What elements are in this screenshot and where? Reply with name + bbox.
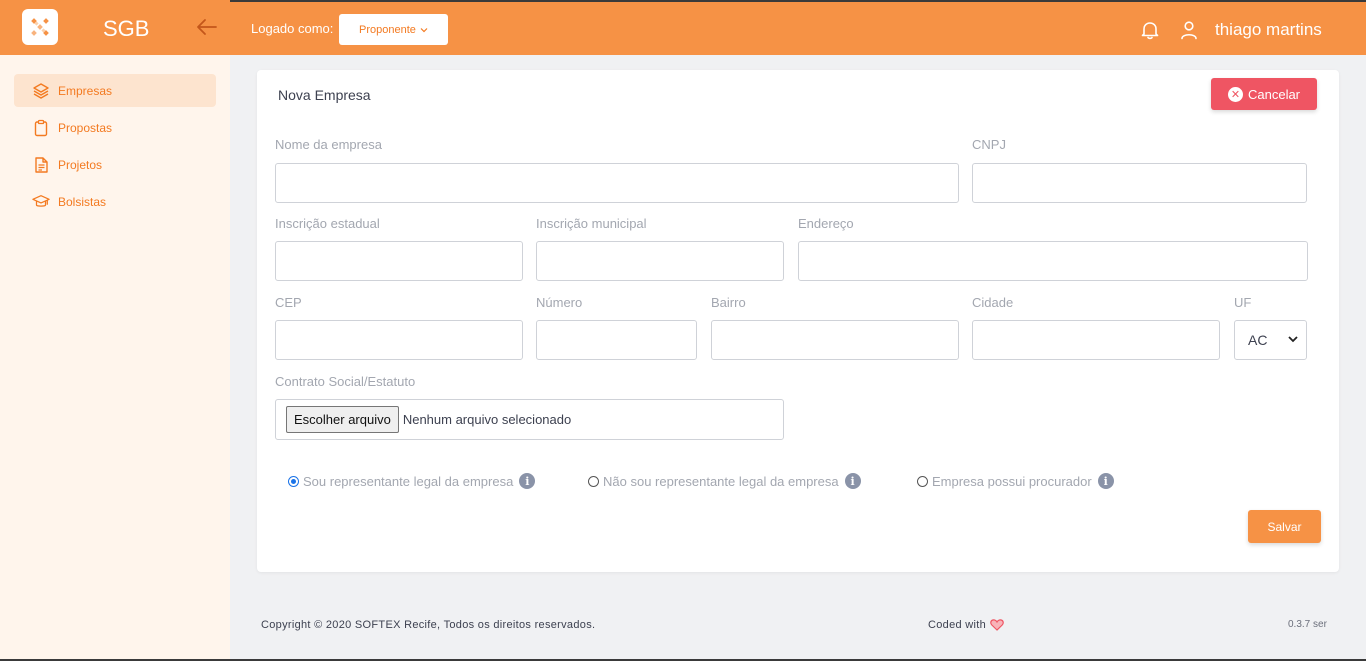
address-label: Endereço (798, 216, 854, 231)
chevron-down-icon (420, 27, 428, 32)
page-title: Nova Empresa (278, 87, 371, 103)
heart-icon (990, 619, 1004, 631)
logo-icon (31, 18, 49, 36)
top-bar: Logado como: Proponente thiago martins (230, 0, 1366, 55)
info-icon[interactable]: i (844, 473, 861, 489)
cancel-button[interactable]: ✕ Cancelar (1211, 78, 1317, 110)
sidebar-item-label: Propostas (58, 120, 113, 135)
info-icon[interactable]: i (1097, 473, 1114, 489)
save-button[interactable]: Salvar (1248, 510, 1321, 543)
sidebar-item-label: Projetos (58, 157, 103, 172)
city-label: Cidade (972, 295, 1014, 310)
neighborhood-input[interactable] (711, 320, 959, 360)
company-name-label: Nome da empresa (275, 137, 382, 152)
chevron-down-icon (1288, 336, 1298, 343)
radio-option-not-legal-rep[interactable]: Não sou representante legal da empresa i (588, 473, 861, 489)
sidebar-item-label: Empresas (58, 83, 113, 98)
logged-as-label: Logado como: (251, 21, 334, 36)
company-name-input[interactable] (275, 163, 959, 203)
state-registration-label: Inscrição estadual (275, 216, 380, 231)
municipal-registration-label: Inscrição municipal (536, 216, 647, 231)
user-icon[interactable] (1179, 20, 1199, 40)
coded-with: Coded with (928, 619, 1004, 631)
contract-label: Contrato Social/Estatuto (275, 374, 416, 389)
file-status: Nenhum arquivo selecionado (402, 412, 572, 427)
new-company-card: Nova Empresa ✕ Cancelar Nome da empresa … (257, 70, 1339, 572)
number-label: Número (536, 295, 583, 310)
radio-button[interactable] (288, 475, 299, 487)
cep-label: CEP (275, 295, 302, 310)
uf-select[interactable]: AC (1234, 320, 1307, 360)
copyright-text: Copyright © 2020 SOFTEX Recife, Todos os… (261, 619, 596, 631)
role-select[interactable]: Proponente (339, 14, 448, 45)
city-input[interactable] (972, 320, 1220, 360)
sidebar-nav: Empresas Propostas Projetos Bolsistas (0, 74, 230, 218)
username[interactable]: thiago martins (1215, 20, 1322, 40)
radio-button[interactable] (588, 475, 599, 487)
graduation-cap-icon (32, 193, 50, 211)
radio-label: Empresa possui procurador (932, 473, 1092, 489)
sidebar-item-label: Bolsistas (58, 194, 107, 209)
sidebar-item-propostas[interactable]: Propostas (14, 111, 216, 144)
address-input[interactable] (798, 241, 1308, 281)
arrow-left-icon[interactable] (196, 17, 218, 37)
coded-with-text: Coded with (928, 619, 987, 631)
radio-option-legal-rep[interactable]: Sou representante legal da empresa i (288, 473, 536, 489)
municipal-registration-input[interactable] (536, 241, 784, 281)
bell-icon[interactable] (1139, 19, 1161, 41)
uf-label: UF (1234, 295, 1252, 310)
sidebar-item-empresas[interactable]: Empresas (14, 74, 216, 107)
cnpj-label: CNPJ (972, 137, 1006, 152)
contract-file-input[interactable]: Escolher arquivo Nenhum arquivo selecion… (275, 399, 784, 440)
layers-icon (32, 82, 50, 100)
clipboard-icon (32, 119, 50, 137)
neighborhood-label: Bairro (711, 295, 746, 310)
cep-input[interactable] (275, 320, 523, 360)
info-icon[interactable]: i (519, 473, 536, 489)
role-select-value: Proponente (359, 23, 416, 36)
cnpj-input[interactable] (972, 163, 1307, 203)
close-circle-icon: ✕ (1227, 86, 1243, 102)
sidebar-item-projetos[interactable]: Projetos (14, 148, 216, 181)
version-text: 0.3.7 ser (1288, 619, 1327, 630)
sidebar-brand: SGB (0, 0, 230, 55)
number-input[interactable] (536, 320, 697, 360)
document-icon (32, 156, 50, 174)
sidebar-item-bolsistas[interactable]: Bolsistas (14, 185, 216, 218)
radio-label: Sou representante legal da empresa (303, 473, 514, 489)
uf-select-value: AC (1248, 332, 1268, 348)
sidebar: SGB Empresas Propostas Projetos Bolsista… (0, 0, 230, 661)
radio-option-has-attorney[interactable]: Empresa possui procurador i (917, 473, 1114, 489)
choose-file-button[interactable]: Escolher arquivo (286, 406, 399, 433)
brand-name: SGB (103, 16, 150, 41)
radio-label: Não sou representante legal da empresa (603, 473, 839, 489)
cancel-button-label: Cancelar (1247, 86, 1301, 102)
state-registration-input[interactable] (275, 241, 523, 281)
radio-button[interactable] (917, 475, 928, 487)
app-logo[interactable] (22, 9, 58, 45)
